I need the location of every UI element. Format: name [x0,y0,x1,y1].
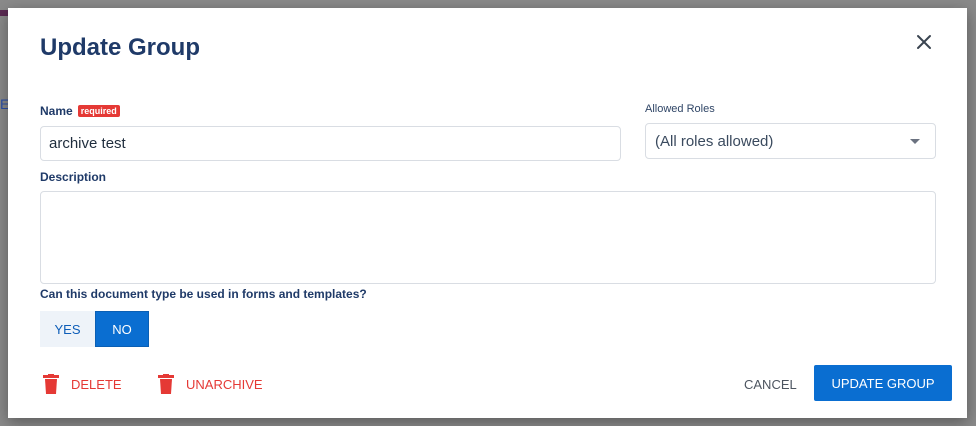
name-label-text: Name [40,104,73,118]
required-badge: required [77,105,120,117]
update-group-dialog: Update Group Namerequired Allowed Roles … [8,8,967,418]
name-label: Name required [40,104,120,118]
dialog-title: Update Group [40,34,200,61]
chevron-down-icon [910,139,920,144]
backdrop-header-strip [0,10,8,16]
trash-icon [43,374,59,394]
no-option[interactable]: NO [95,311,149,347]
delete-label: DELETE [71,376,122,392]
description-textarea[interactable] [40,191,936,284]
description-label: Description [40,170,107,184]
unarchive-label: UNARCHIVE [186,376,263,392]
backdrop-partial-text: E [0,96,10,112]
allowed-roles-select[interactable]: (All roles allowed) [645,123,936,159]
yes-option[interactable]: YES [40,311,95,347]
name-input[interactable] [40,126,621,161]
close-icon [917,35,931,49]
allowed-roles-label: Allowed Roles [645,103,715,115]
forms-toggle: YES NO [40,311,149,347]
trash-icon [158,374,174,394]
cancel-button[interactable]: CANCEL [744,377,797,392]
allowed-roles-value: (All roles allowed) [655,132,774,150]
delete-button[interactable]: DELETE [43,374,122,394]
unarchive-button[interactable]: UNARCHIVE [158,374,263,394]
update-group-button[interactable]: UPDATE GROUP [814,365,952,401]
close-button[interactable] [912,30,936,54]
forms-question-label: Can this document type be used in forms … [40,287,367,301]
